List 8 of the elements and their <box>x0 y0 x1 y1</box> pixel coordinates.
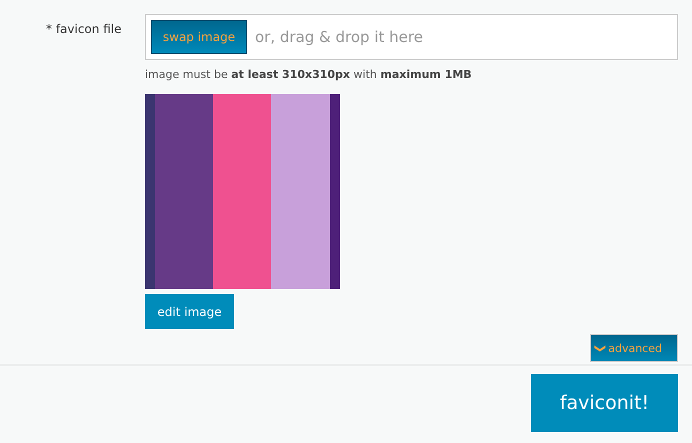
file-drop-field[interactable]: swap image or, drag & drop it here <box>145 14 678 60</box>
chevron-icon: ❯ <box>594 343 608 353</box>
field-label: * favicon file <box>45 21 122 38</box>
advanced-button[interactable]: ❯ advanced <box>590 334 678 362</box>
faviconit-button[interactable]: faviconit! <box>531 374 678 432</box>
size-hint: image must be at least 310x310px with maximum 1MB <box>145 68 472 81</box>
edit-image-button[interactable]: edit image <box>145 294 234 329</box>
swap-image-button[interactable]: swap image <box>151 20 247 54</box>
